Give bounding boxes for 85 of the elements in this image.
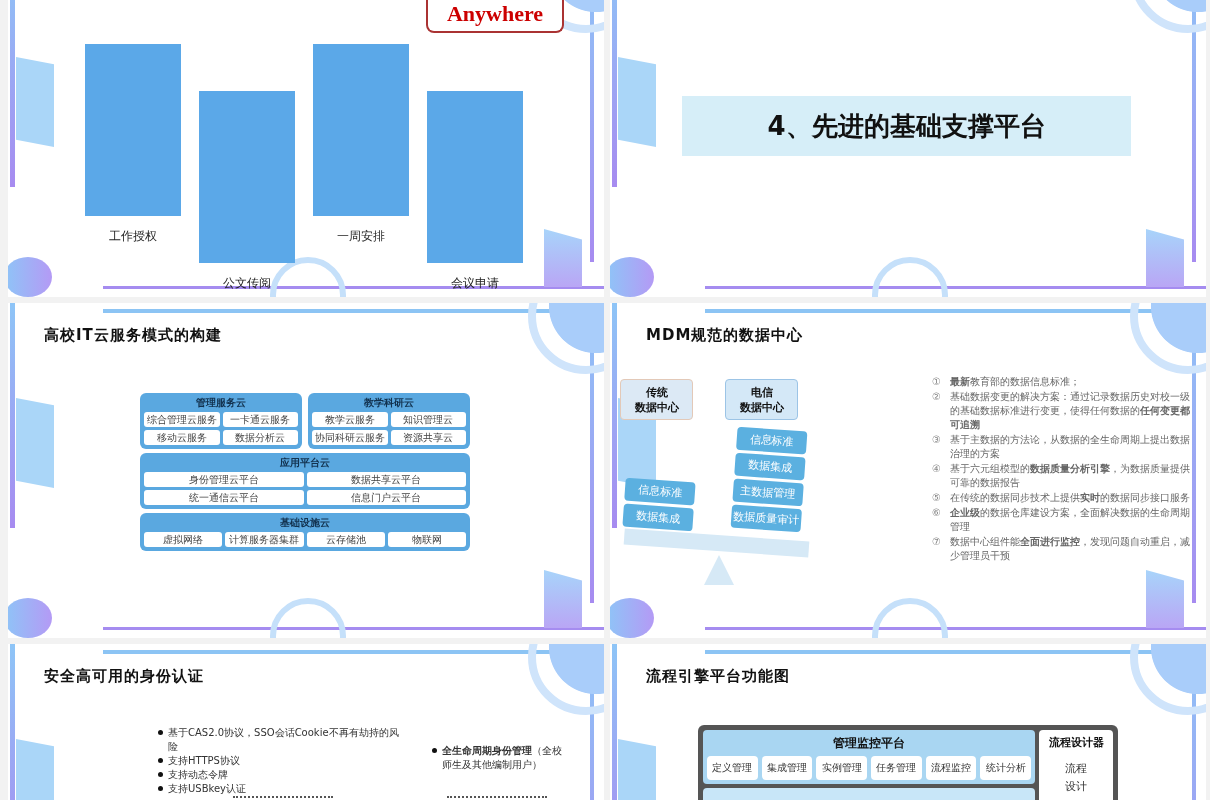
bullet-icon	[158, 772, 163, 777]
data-tag: 信息标准	[736, 426, 808, 455]
slide-thumbnail[interactable]: 安全高可用的身份认证 基于CAS2.0协议，SSO会话Cookie不再有劫持的风险 支持HTTPS协议 支持动态令牌 支持USBkey认证 全生命周期身份管理（全校师生及其他编制用户）	[8, 644, 604, 800]
slide-thumbnail[interactable]: 流程引擎平台功能图 管理监控平台 定义管理 集成管理 实例管理 任务管理 流程监控 统计分析 流程设计器 流程 设计	[610, 644, 1206, 800]
slide-thumbnail[interactable]: 4、先进的基础支撑平台	[610, 0, 1206, 297]
logo: Anywhere	[426, 0, 564, 33]
accent-oval	[610, 598, 654, 638]
bullet-text: 全生命周期身份管理（全校师生及其他编制用户）	[442, 744, 562, 772]
bar-label: 公文传阅	[223, 275, 271, 292]
service-chip: 计算服务器集群	[225, 532, 304, 547]
data-tag: 信息标准	[624, 477, 696, 506]
data-tag: 数据集成	[734, 452, 806, 481]
service-chip: 协同科研云服务	[312, 430, 388, 445]
bullet-text: 支持动态令牌	[168, 768, 228, 782]
function-chip: 任务管理	[871, 756, 922, 780]
accent-shape	[544, 570, 582, 628]
point-text: 最新教育部的数据信息标准；	[950, 375, 1080, 389]
service-chip: 数据分析云	[222, 430, 298, 445]
data-tag: 主数据管理	[732, 478, 804, 507]
accent-shape	[1146, 229, 1184, 287]
point-number: ⑦	[932, 535, 942, 549]
panel-title: 教学科研云	[363, 396, 415, 409]
point-number: ⑥	[932, 506, 942, 520]
service-chip: 物联网	[387, 532, 466, 547]
bullet-text: 支持HTTPS协议	[168, 754, 240, 768]
point-number: ①	[932, 375, 942, 389]
slide-title: 流程引擎平台功能图	[646, 666, 791, 686]
service-chip: 知识管理云	[390, 412, 466, 427]
panel-title: 应用平台云	[279, 456, 331, 469]
service-chip: 数据共享云平台	[306, 472, 466, 487]
slide-thumbnail[interactable]	[610, 303, 1206, 638]
service-chip: 统一通信云平台	[144, 490, 304, 505]
section-heading: 4、先进的基础支撑平台	[682, 96, 1131, 156]
function-chip: 定义管理	[707, 756, 758, 780]
service-chip: 综合管理云服务	[144, 412, 220, 427]
bullet-icon	[432, 748, 437, 753]
point-text: 基于六元组模型的数据质量分析引擎，为数据质量提供可靠的数据报告	[950, 462, 1191, 490]
point-number: ④	[932, 462, 942, 476]
point-text: 在传统的数据同步技术上提供实时的数据同步接口服务	[950, 491, 1190, 505]
point-text: 基于主数据的方法论，从数据的全生命周期上提出数据治理的方案	[950, 433, 1191, 461]
slide-title: MDM规范的数据中心	[646, 325, 805, 345]
service-chip: 一卡通云服务	[222, 412, 298, 427]
bullet-text: 基于CAS2.0协议，SSO会话Cookie不再有劫持的风险	[168, 726, 400, 754]
bullet-text: 支持USBkey认证	[168, 782, 247, 796]
bar-label: 会议申请	[451, 275, 499, 292]
slide-title: 安全高可用的身份认证	[44, 666, 205, 686]
slide-title: 高校IT云服务模式的构建	[44, 325, 223, 345]
accent-oval	[8, 257, 52, 297]
service-chip: 教学云服务	[312, 412, 388, 427]
slide-thumbnail[interactable]: 高校IT云服务模式的构建 管理服务云 综合管理云服务 一卡通云服务 移动云服务 数据分析云 教学科研云 教学云服务 知识管理云 协同科研云服务 资源共享云 应用平台云 身份管理云平台 数据共享云平台 统一通信云平台 信息门户云平台 基础设施云 虚拟网络 计算服务器集群 云存储池 物联网	[8, 303, 604, 638]
function-chip: 实例管理	[816, 756, 867, 780]
panel-title: 基础设施云	[279, 516, 331, 529]
panel-title: 管理监控平台	[832, 735, 906, 752]
point-number: ③	[932, 433, 942, 447]
function-chip: 流程监控	[925, 756, 977, 780]
point-text: 数据中心组件能全面进行监控，发现问题自动重启，减少管理员干预	[950, 535, 1191, 563]
accent-shape	[1146, 570, 1184, 628]
point-text: 企业级的数据仓库建设方案，全面解决数据的生命周期管理	[950, 506, 1191, 534]
service-chip: 云存储池	[306, 532, 385, 547]
designer-text: 流程 设计	[1065, 761, 1087, 795]
bullet-icon	[158, 786, 163, 791]
service-chip: 移动云服务	[144, 430, 220, 445]
accent-oval	[610, 257, 654, 297]
function-chip: 集成管理	[761, 756, 813, 780]
service-chip: 虚拟网络	[144, 532, 223, 547]
bar-label: 一周安排	[337, 228, 385, 245]
service-chip: 资源共享云	[390, 430, 466, 445]
accent-shape	[544, 229, 582, 287]
panel-title: 管理服务云	[195, 396, 247, 409]
service-chip: 信息门户云平台	[306, 490, 466, 505]
point-number: ②	[932, 390, 942, 404]
point-number: ⑤	[932, 491, 942, 505]
panel-title: 流程设计器	[1048, 735, 1104, 751]
service-chip: 身份管理云平台	[144, 472, 304, 487]
slide-thumbnail[interactable]: Anywhere 工作授权 公文传阅 一周安排 会议申请	[8, 0, 604, 297]
function-chip: 统计分析	[980, 756, 1032, 780]
bullet-icon	[158, 730, 163, 735]
data-center-box: 传统 数据中心	[620, 379, 693, 420]
fulcrum-icon	[704, 555, 734, 585]
data-tag: 数据集成	[622, 503, 694, 532]
point-text: 基础数据变更的解决方案：通过记录数据历史对校一级的基础数据标准进行变更，使得任何数据的任何变更都可追溯	[950, 390, 1191, 432]
data-center-box: 电信 数据中心	[725, 379, 798, 420]
accent-oval	[8, 598, 52, 638]
bar-label: 工作授权	[109, 228, 157, 245]
bullet-icon	[158, 758, 163, 763]
